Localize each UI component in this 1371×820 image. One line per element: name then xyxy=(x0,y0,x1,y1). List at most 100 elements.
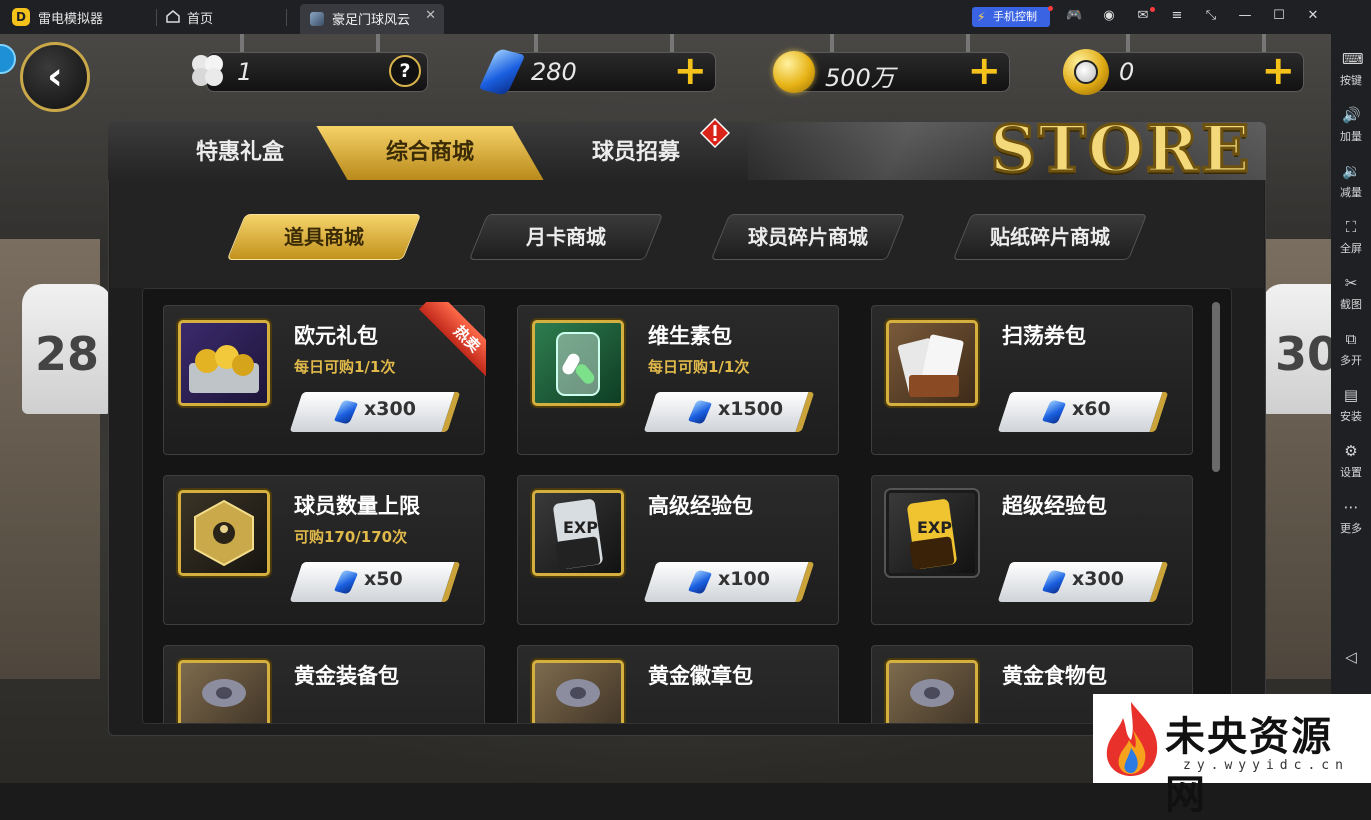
sidebar-item-volume-down[interactable]: 🔉 减量 xyxy=(1331,160,1371,210)
app-name: 雷电模拟器 xyxy=(38,12,104,27)
gold-food-pack-image xyxy=(886,660,978,723)
menu-icon[interactable]: ≡ xyxy=(1169,8,1185,24)
floating-assist-icon[interactable] xyxy=(0,44,16,74)
alert-badge-icon xyxy=(700,118,730,148)
add-football-coins-button[interactable]: + xyxy=(1261,51,1295,91)
tab-general-store[interactable]: 综合商城 xyxy=(316,126,544,180)
item-list-scrollbar[interactable] xyxy=(1212,302,1220,472)
sidebar-item-settings[interactable]: ⚙ 设置 xyxy=(1331,440,1371,490)
flame-logo-icon xyxy=(1106,702,1158,776)
exp-can-label: EXP xyxy=(917,518,952,537)
game-viewport: 28 30 ‹ 1 ? 280 + 500万 + 0 + 特惠礼盒 综合商城 球… xyxy=(0,34,1331,783)
item-name: 超级经验包 xyxy=(1002,494,1107,518)
super-exp-pack-image: EXP xyxy=(886,490,978,576)
item-card-gold-badge-pack[interactable]: 黄金徽章包 xyxy=(517,645,839,723)
gold-badge-pack-image xyxy=(532,660,624,723)
phone-control-button[interactable]: ⚡ 手机控制 xyxy=(972,7,1050,27)
keyboard-icon: ⌨ xyxy=(1342,50,1364,68)
football-coin-icon xyxy=(1063,49,1109,95)
maximize-icon[interactable]: ☐ xyxy=(1271,8,1287,24)
item-card-euro-pack[interactable]: 欧元礼包 每日可购1/1次 x300 热卖 xyxy=(163,302,486,455)
sidebar-item-install[interactable]: ▤ 安装 xyxy=(1331,384,1371,434)
home-tab[interactable]: 首页 xyxy=(187,8,213,27)
item-price: x300 xyxy=(1072,568,1124,590)
mail-icon[interactable]: ✉ xyxy=(1135,8,1151,24)
gem-icon xyxy=(478,47,526,97)
item-price: x1500 xyxy=(718,398,784,420)
bar-hanger xyxy=(1126,34,1130,52)
sidebar-item-more[interactable]: ⋯ 更多 xyxy=(1331,496,1371,546)
jersey-image: 28 xyxy=(22,284,112,414)
jersey-image: 30 xyxy=(1262,284,1331,414)
tab-general-store-label: 综合商城 xyxy=(385,140,474,165)
item-name: 黄金徽章包 xyxy=(648,664,753,688)
add-gems-button[interactable]: + xyxy=(673,51,707,91)
gold-coin-icon xyxy=(773,51,815,93)
item-name: 球员数量上限 xyxy=(294,494,420,518)
add-coins-button[interactable]: + xyxy=(967,51,1001,91)
sidebar-item-fullscreen[interactable]: ⛶ 全屏 xyxy=(1331,216,1371,266)
sidebar-item-volume-up[interactable]: 🔊 加量 xyxy=(1331,104,1371,154)
item-name: 黄金食物包 xyxy=(1002,664,1107,688)
item-name: 欧元礼包 xyxy=(294,324,378,348)
game-tab-icon xyxy=(310,12,324,26)
subtab-monthly-card[interactable]: 月卡商城 xyxy=(478,214,654,260)
subtab-player-fragments[interactable]: 球员碎片商城 xyxy=(720,214,896,260)
phone-control-label: 手机控制 xyxy=(993,10,1037,23)
item-price: x60 xyxy=(1072,398,1111,420)
item-card-sweep-ticket-pack[interactable]: 扫荡券包 x60 xyxy=(871,305,1193,455)
help-button[interactable]: ? xyxy=(389,55,421,87)
tab-special-gift-box[interactable]: 特惠礼盒 xyxy=(160,126,320,180)
player-limit-image xyxy=(178,490,270,576)
scissors-icon: ✂ xyxy=(1344,274,1358,292)
item-card-gold-equipment-pack[interactable]: 黄金装备包 xyxy=(163,645,485,723)
gamepad-icon[interactable]: 🎮 xyxy=(1066,8,1082,24)
tab-player-recruit[interactable]: 球员招募 xyxy=(556,126,716,180)
game-tab[interactable]: 豪足门球风云 ✕ xyxy=(300,4,444,34)
sidebar-back-button[interactable]: ◁ xyxy=(1331,646,1371,696)
coin-resource-bar: 500万 + xyxy=(773,51,1010,93)
shrink-window-icon[interactable]: ⤡ xyxy=(1203,8,1219,24)
watermark-url: zy.wyyidc.cn xyxy=(1183,758,1349,773)
sidebar-item-label: 多开 xyxy=(1340,354,1362,367)
hot-sale-ribbon: 热卖 xyxy=(402,302,486,386)
euro-pack-image xyxy=(178,320,270,406)
mail-notification-dot xyxy=(1150,7,1155,12)
gem-resource-bar: 280 + xyxy=(478,47,716,97)
item-card-player-limit[interactable]: 球员数量上限 可购170/170次 x50 xyxy=(163,475,485,625)
subtab-item-store[interactable]: 道具商城 xyxy=(236,214,412,260)
sidebar-item-screenshot[interactable]: ✂ 截图 xyxy=(1331,272,1371,322)
sidebar-item-multi-instance[interactable]: ⧉ 多开 xyxy=(1331,328,1371,378)
item-card-advanced-exp-pack[interactable]: EXP 高级经验包 x100 xyxy=(517,475,839,625)
gem-count: 280 xyxy=(531,58,577,86)
coin-count: 500万 xyxy=(825,64,895,92)
purchase-limit: 可购170/170次 xyxy=(294,528,408,546)
gold-equipment-pack-image xyxy=(178,660,270,723)
lightning-icon: ⚡ xyxy=(977,10,986,24)
bar-hanger xyxy=(830,34,834,52)
clover-count: 1 xyxy=(237,58,253,86)
item-card-vitamin-pack[interactable]: 维生素包 每日可购1/1次 x1500 xyxy=(517,305,839,455)
back-button[interactable]: ‹ xyxy=(20,42,90,112)
item-name: 黄金装备包 xyxy=(294,664,399,688)
close-tab-icon[interactable]: ✕ xyxy=(425,8,436,23)
vitamin-pack-image xyxy=(532,320,624,406)
account-icon[interactable]: ◉ xyxy=(1101,8,1117,24)
home-icon[interactable] xyxy=(166,10,180,23)
sidebar-item-label: 减量 xyxy=(1340,186,1362,199)
volume-up-icon: 🔊 xyxy=(1342,106,1361,124)
item-price: x50 xyxy=(364,568,403,590)
minimize-icon[interactable]: — xyxy=(1237,8,1253,24)
item-name: 维生素包 xyxy=(648,324,732,348)
settings-icon: ⚙ xyxy=(1344,442,1358,460)
item-card-super-exp-pack[interactable]: EXP 超级经验包 x300 xyxy=(871,475,1193,625)
sidebar-item-keys[interactable]: ⌨ 按键 xyxy=(1331,48,1371,98)
game-tab-label: 豪足门球风云 xyxy=(332,13,411,28)
sidebar-item-label: 按键 xyxy=(1340,74,1362,87)
item-price: x100 xyxy=(718,568,770,590)
subtab-sticker-fragments[interactable]: 贴纸碎片商城 xyxy=(962,214,1138,260)
close-window-icon[interactable]: ✕ xyxy=(1305,8,1321,24)
item-list[interactable]: 欧元礼包 每日可购1/1次 x300 热卖 维生素包 每日可购1/1次 x150… xyxy=(142,288,1232,724)
purchase-limit: 每日可购1/1次 xyxy=(648,358,750,376)
emulator-logo-icon: D xyxy=(12,8,30,26)
